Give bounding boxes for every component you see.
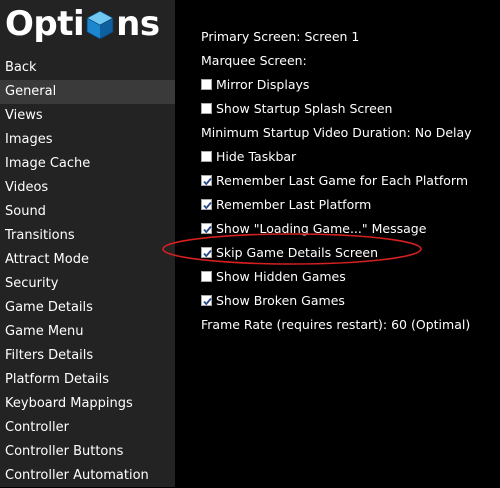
- nav-item-platform-details[interactable]: Platform Details: [0, 368, 175, 392]
- show-startup-splash-option[interactable]: Show Startup Splash Screen: [201, 96, 491, 120]
- remember-last-game-option[interactable]: Remember Last Game for Each Platform: [201, 168, 491, 192]
- frame-rate-label: Frame Rate (requires restart):: [201, 316, 388, 332]
- hide-taskbar-label: Hide Taskbar: [216, 148, 297, 164]
- sidebar: Opti ns Back General Views Images Image …: [0, 0, 175, 487]
- show-broken-games-checkbox[interactable]: [201, 294, 212, 306]
- remember-last-platform-option[interactable]: Remember Last Platform: [201, 192, 491, 216]
- nav-item-attract-mode[interactable]: Attract Mode: [0, 248, 175, 272]
- skip-game-details-label: Skip Game Details Screen: [216, 244, 379, 260]
- frame-rate-value: 60 (Optimal): [391, 316, 471, 332]
- min-startup-video-label: Minimum Startup Video Duration:: [201, 124, 411, 140]
- logo-text-start: Opti: [5, 4, 85, 44]
- show-broken-games-option[interactable]: Show Broken Games: [201, 288, 491, 312]
- show-startup-splash-label: Show Startup Splash Screen: [216, 100, 393, 116]
- nav-item-controller-automation[interactable]: Controller Automation: [0, 464, 175, 488]
- options-logo: Opti ns: [5, 0, 160, 48]
- show-loading-message-option[interactable]: Show "Loading Game..." Message: [201, 216, 491, 240]
- nav-item-image-cache[interactable]: Image Cache: [0, 152, 175, 176]
- min-startup-video-setting[interactable]: Minimum Startup Video Duration: No Delay: [201, 120, 491, 144]
- marquee-screen-setting[interactable]: Marquee Screen:: [201, 48, 491, 72]
- checkmark-icon: [203, 225, 212, 233]
- nav-item-game-menu[interactable]: Game Menu: [0, 320, 175, 344]
- nav-item-general[interactable]: General: [0, 80, 175, 104]
- primary-screen-label: Primary Screen:: [201, 28, 301, 44]
- checkmark-icon: [203, 249, 212, 257]
- nav-item-controller-buttons[interactable]: Controller Buttons: [0, 440, 175, 464]
- checkmark-icon: [203, 201, 212, 209]
- marquee-screen-label: Marquee Screen:: [201, 52, 307, 68]
- hide-taskbar-checkbox[interactable]: [201, 150, 212, 162]
- nav-item-images[interactable]: Images: [0, 128, 175, 152]
- primary-screen-value: Screen 1: [304, 28, 360, 44]
- show-hidden-games-option[interactable]: Show Hidden Games: [201, 264, 491, 288]
- nav-item-game-details[interactable]: Game Details: [0, 296, 175, 320]
- remember-last-game-label: Remember Last Game for Each Platform: [216, 172, 468, 188]
- show-broken-games-label: Show Broken Games: [216, 292, 345, 308]
- nav-item-videos[interactable]: Videos: [0, 176, 175, 200]
- skip-game-details-checkbox[interactable]: [201, 246, 212, 258]
- checkmark-icon: [203, 297, 212, 305]
- show-hidden-games-checkbox[interactable]: [201, 270, 212, 282]
- mirror-displays-option[interactable]: Mirror Displays: [201, 72, 491, 96]
- show-hidden-games-label: Show Hidden Games: [216, 268, 346, 284]
- options-nav-list: Back General Views Images Image Cache Vi…: [0, 56, 175, 488]
- primary-screen-setting[interactable]: Primary Screen: Screen 1: [201, 24, 491, 48]
- nav-item-controller[interactable]: Controller: [0, 416, 175, 440]
- mirror-displays-label: Mirror Displays: [216, 76, 310, 92]
- nav-item-transitions[interactable]: Transitions: [0, 224, 175, 248]
- show-loading-message-checkbox[interactable]: [201, 222, 212, 234]
- nav-item-keyboard-mappings[interactable]: Keyboard Mappings: [0, 392, 175, 416]
- nav-item-security[interactable]: Security: [0, 272, 175, 296]
- min-startup-video-value: No Delay: [414, 124, 472, 140]
- blue-cube-icon: [86, 10, 114, 40]
- nav-item-filters-details[interactable]: Filters Details: [0, 344, 175, 368]
- skip-game-details-option[interactable]: Skip Game Details Screen: [201, 240, 491, 264]
- show-loading-message-label: Show "Loading Game..." Message: [216, 220, 427, 236]
- remember-last-platform-checkbox[interactable]: [201, 198, 212, 210]
- remember-last-game-checkbox[interactable]: [201, 174, 212, 186]
- nav-item-sound[interactable]: Sound: [0, 200, 175, 224]
- show-startup-splash-checkbox[interactable]: [201, 102, 212, 114]
- remember-last-platform-label: Remember Last Platform: [216, 196, 372, 212]
- hide-taskbar-option[interactable]: Hide Taskbar: [201, 144, 491, 168]
- frame-rate-setting[interactable]: Frame Rate (requires restart): 60 (Optim…: [201, 312, 491, 336]
- logo-text-end: ns: [116, 4, 160, 44]
- general-settings-panel: Primary Screen: Screen 1 Marquee Screen:…: [201, 24, 491, 336]
- nav-item-views[interactable]: Views: [0, 104, 175, 128]
- nav-item-back[interactable]: Back: [0, 56, 175, 80]
- checkmark-icon: [203, 177, 212, 185]
- mirror-displays-checkbox[interactable]: [201, 78, 212, 90]
